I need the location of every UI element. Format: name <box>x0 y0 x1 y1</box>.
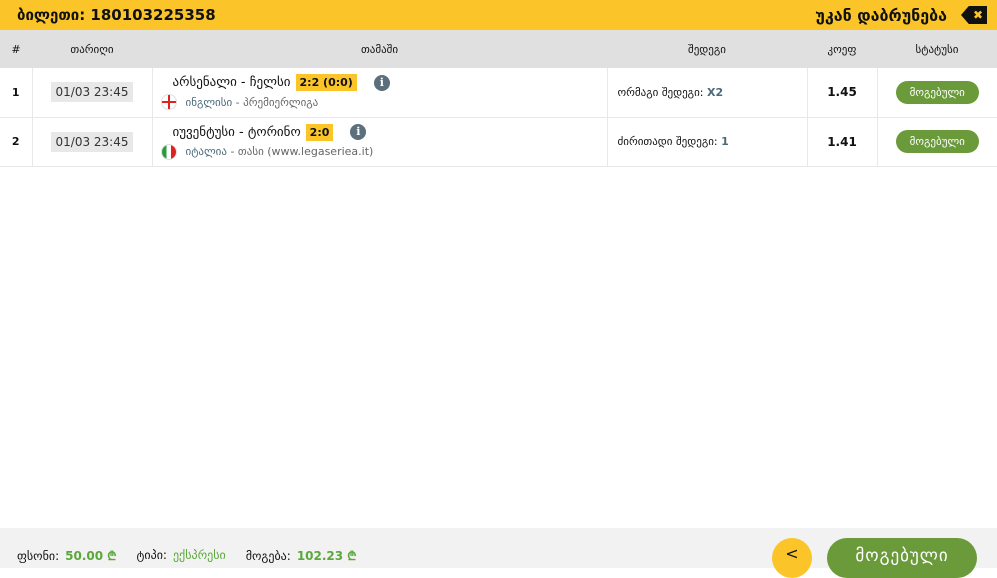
col-date: თარიღი <box>32 30 152 68</box>
type-value: ექსპრესი <box>172 548 226 562</box>
teams: იუვენტუსი - ტორინო <box>172 124 301 140</box>
info-icon[interactable]: i <box>373 74 390 91</box>
odds: 1.41 <box>807 117 878 167</box>
col-number: # <box>0 30 32 68</box>
back-label: უკან დაბრუნება <box>815 5 947 25</box>
table-row: 2 01/03 23:45 იუვენტუსი - ტორინო 2:0 i იტა… <box>0 117 997 167</box>
status-badge: მოგებული <box>895 80 979 104</box>
teams: არსენალი - ჩელსი <box>172 75 291 91</box>
result-value: 1 <box>721 135 729 148</box>
status-badge: მოგებული <box>895 130 979 153</box>
share-icon: < <box>785 543 799 563</box>
england-flag-icon <box>160 94 177 111</box>
stake-value: 50.00 ₾ <box>65 548 117 563</box>
back-button[interactable]: უკან დაბრუნება ✖ <box>815 6 987 25</box>
ticket-id: ბილეთი: 180103225358 <box>17 6 216 24</box>
result-value: X2 <box>706 85 724 99</box>
result-label: ძირითადი შედეგი: <box>617 135 718 148</box>
share-button[interactable]: < <box>772 538 812 578</box>
stake-label: ფსონი: <box>17 548 60 563</box>
match-date: 01/03 23:45 <box>50 82 134 103</box>
league: - თასი (www.legaseriea.it) <box>226 145 374 158</box>
table-header: # თარიღი თამაში შედეგი კოეფ სტატუსი <box>0 30 997 68</box>
backspace-close-icon: ✖ <box>961 6 987 24</box>
country: იტალია <box>185 145 227 158</box>
table-row: 1 01/03 23:45 არსენალი - ჩელსი 2:2 (0:0) i… <box>0 68 997 118</box>
type-label: ტიპი: <box>136 548 167 562</box>
country: ინგლისი <box>185 95 233 109</box>
col-odds: კოეფ <box>807 30 877 68</box>
match-date: 01/03 23:45 <box>50 131 134 152</box>
row-number: 2 <box>0 117 33 167</box>
win-label: მოგება: <box>245 548 291 563</box>
bets-table: # თარიღი თამაში შედეგი კოეფ სტატუსი 1 01… <box>0 30 997 167</box>
score-badge: 2:2 (0:0) <box>295 74 357 92</box>
league: - პრემიერლიგა <box>232 95 319 109</box>
score-badge: 2:0 <box>305 123 334 141</box>
row-number: 1 <box>0 68 33 118</box>
ticket-status-button[interactable]: მოგებული <box>827 538 977 578</box>
top-bar: ბილეთი: 180103225358 უკან დაბრუნება ✖ <box>0 0 997 30</box>
italy-flag-icon <box>160 143 177 160</box>
col-status: სტატუსი <box>877 30 997 68</box>
odds: 1.45 <box>807 68 878 118</box>
col-result: შედეგი <box>607 30 807 68</box>
info-icon[interactable]: i <box>350 124 367 140</box>
result-label: ორმაგი შედეგი: <box>617 85 704 99</box>
col-game: თამაში <box>152 30 607 68</box>
win-value: 102.23 ₾ <box>296 548 357 563</box>
